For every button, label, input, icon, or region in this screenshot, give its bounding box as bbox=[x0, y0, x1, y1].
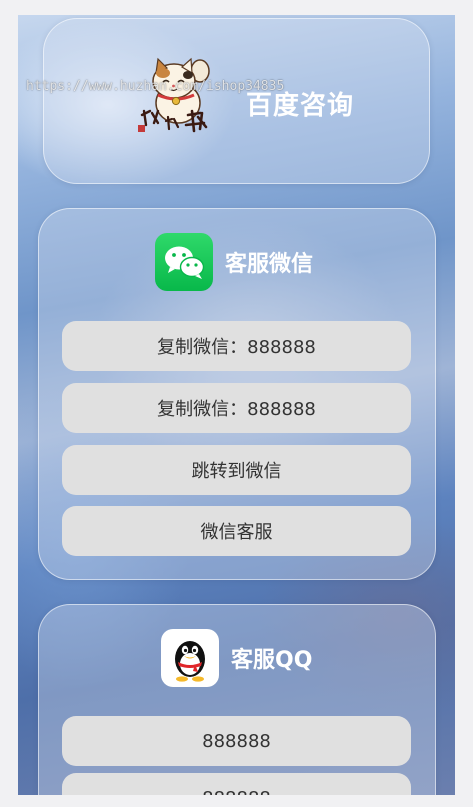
wechat-support-button[interactable]: 微信客服 bbox=[62, 506, 411, 556]
wechat-section-header: 客服微信 bbox=[155, 233, 313, 291]
wechat-section-title: 客服微信 bbox=[225, 252, 314, 277]
open-wechat-button[interactable]: 跳转到微信 bbox=[62, 445, 411, 495]
copy-wechat-button[interactable]: 复制微信：888888 bbox=[62, 321, 411, 371]
lucky-cat-logo-icon bbox=[136, 51, 216, 137]
copy-wechat-button-2[interactable]: 复制微信：888888 bbox=[62, 383, 411, 433]
baidu-consult-card[interactable] bbox=[43, 18, 430, 184]
qq-section-header: 客服QQ bbox=[161, 629, 312, 687]
copy-qq-button-2[interactable]: 888888 bbox=[62, 773, 411, 795]
qq-section-title: 客服QQ bbox=[231, 648, 313, 673]
qq-icon bbox=[161, 629, 219, 687]
copy-qq-button[interactable]: 888888 bbox=[62, 716, 411, 766]
wechat-icon bbox=[155, 233, 213, 291]
watermark-text: https://www.huzhan.com/ishop34835 bbox=[26, 79, 285, 94]
page-frame: 百度咨询 https://www.huzhan.com/ishop34835 客… bbox=[18, 15, 455, 795]
